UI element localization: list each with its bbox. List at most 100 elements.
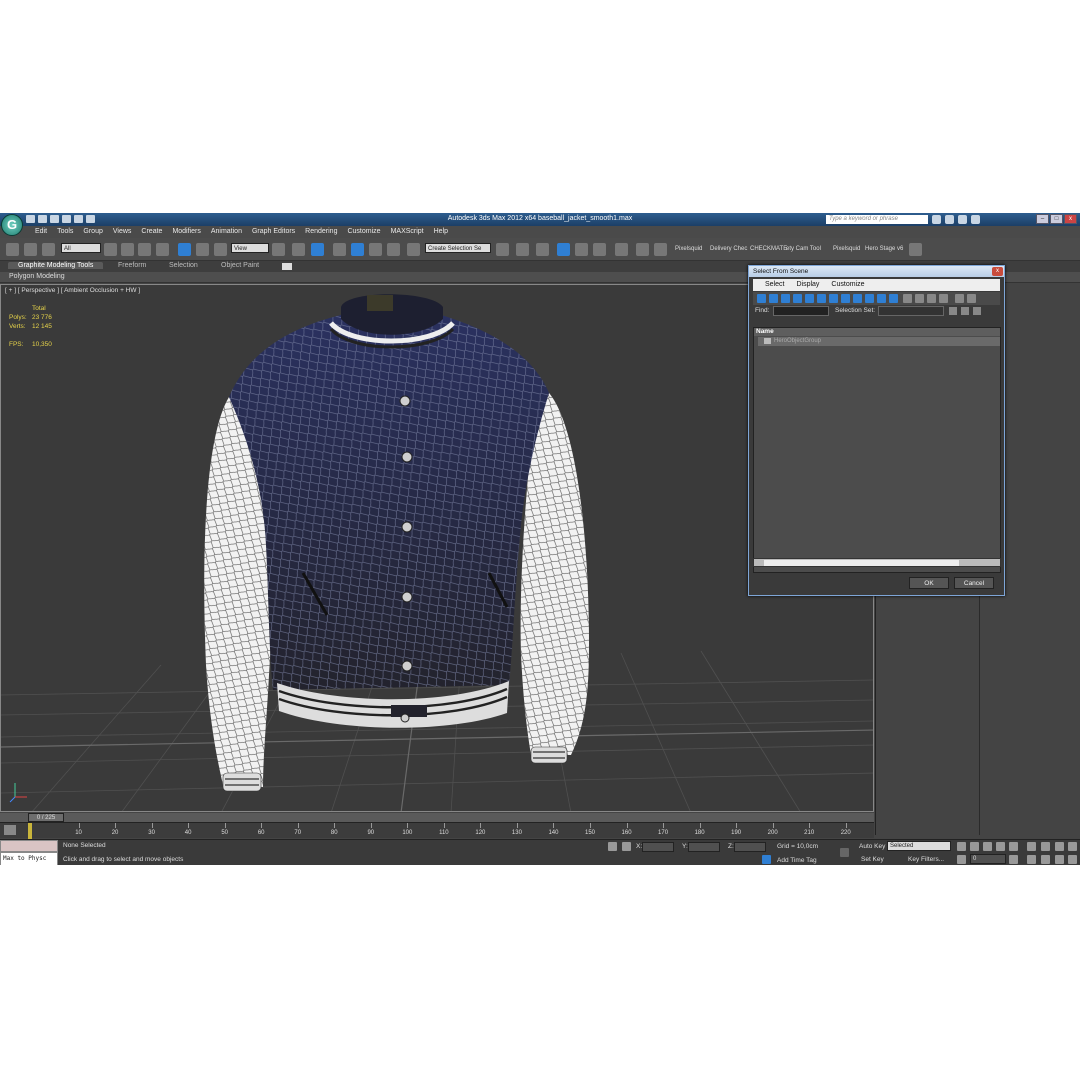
maxscript-mini-listener[interactable]: Max to Physc	[0, 852, 58, 865]
binoculars-icon[interactable]	[932, 215, 941, 224]
display-bones-icon[interactable]	[853, 294, 862, 303]
track-bar[interactable]: 10 20 30 40 50 60 70 80 90 100 110 120 130 140 150 160 1…	[0, 822, 874, 839]
display-geometry-icon[interactable]	[757, 294, 766, 303]
dialog-menu-select[interactable]: Select	[759, 279, 790, 291]
bind-spacewarp-icon[interactable]	[42, 243, 55, 256]
mirror-icon[interactable]	[496, 243, 509, 256]
scene-object-list[interactable]: Name HeroObjectGroup	[753, 327, 1001, 573]
y-coordinate-field[interactable]	[688, 842, 720, 852]
snaps-toggle-icon[interactable]	[333, 243, 346, 256]
menu-edit[interactable]: Edit	[30, 226, 52, 238]
perspective-viewport[interactable]: [ + ] [ Perspective ] [ Ambient Occlusio…	[0, 284, 874, 812]
spinner-snap-icon[interactable]	[387, 243, 400, 256]
polygon-modeling-label[interactable]: Polygon Modeling	[9, 273, 65, 280]
help-icon[interactable]	[971, 215, 980, 224]
unlink-icon[interactable]	[24, 243, 37, 256]
edit-named-selection-icon[interactable]	[407, 243, 420, 256]
align-icon[interactable]	[516, 243, 529, 256]
configure-columns-icon[interactable]	[973, 307, 981, 315]
select-and-move-icon[interactable]	[178, 243, 191, 256]
plugin-pixelsquid-1[interactable]: Pixelsquid	[675, 246, 702, 252]
minimize-button[interactable]: –	[1036, 214, 1049, 224]
zoom-extents-icon[interactable]	[1055, 842, 1064, 851]
tab-graphite-modeling-tools[interactable]: Graphite Modeling Tools	[8, 262, 104, 269]
dialog-menu-display[interactable]: Display	[790, 279, 825, 291]
key-mode-toggle-icon[interactable]	[957, 855, 966, 864]
list-item[interactable]: HeroObjectGroup	[758, 337, 1000, 346]
key-mode-select[interactable]: Selected	[887, 841, 951, 851]
angle-snap-icon[interactable]	[351, 243, 364, 256]
display-frozen-icon[interactable]	[877, 294, 886, 303]
dialog-menu-customize[interactable]: Customize	[825, 279, 870, 291]
keyboard-shortcut-override-icon[interactable]	[311, 243, 324, 256]
menu-tools[interactable]: Tools	[52, 226, 78, 238]
current-frame-field[interactable]: 0	[970, 854, 1006, 864]
menu-customize[interactable]: Customize	[342, 226, 385, 238]
maximize-button[interactable]: □	[1050, 214, 1063, 224]
sync-selection-icon[interactable]	[939, 294, 948, 303]
z-coordinate-field[interactable]	[734, 842, 766, 852]
time-tag-icon[interactable]	[762, 855, 771, 864]
save-selection-set-icon[interactable]	[949, 307, 957, 315]
keyword-search-input[interactable]: Type a keyword or phrase	[826, 215, 928, 224]
dialog-close-button[interactable]: x	[992, 267, 1003, 276]
x-coordinate-field[interactable]	[642, 842, 674, 852]
selection-filter-select[interactable]: All	[61, 243, 101, 253]
time-configuration-icon[interactable]	[1009, 855, 1018, 864]
select-and-scale-icon[interactable]	[214, 243, 227, 256]
tab-selection[interactable]: Selection	[169, 262, 198, 269]
graphite-toggle-icon[interactable]	[557, 243, 570, 256]
display-shapes-icon[interactable]	[769, 294, 778, 303]
add-time-tag[interactable]: Add Time Tag	[777, 857, 817, 864]
select-and-manipulate-icon[interactable]	[292, 243, 305, 256]
display-hidden-icon[interactable]	[889, 294, 898, 303]
tab-freeform[interactable]: Freeform	[118, 262, 146, 269]
previous-frame-icon[interactable]	[970, 842, 979, 851]
display-containers-icon[interactable]	[865, 294, 874, 303]
go-to-end-icon[interactable]	[1009, 842, 1018, 851]
maximize-viewport-icon[interactable]	[1068, 855, 1077, 864]
mini-curve-editor-icon[interactable]	[4, 825, 16, 835]
plugin-delivery-check[interactable]: Delivery Chec	[710, 246, 747, 252]
time-slider-thumb[interactable]: 0 / 225	[28, 813, 64, 822]
select-none-icon[interactable]	[915, 294, 924, 303]
next-frame-icon[interactable]	[996, 842, 1005, 851]
select-by-name-icon[interactable]	[121, 243, 134, 256]
display-helpers-icon[interactable]	[805, 294, 814, 303]
key-filters-button[interactable]: Key Filters...	[908, 856, 944, 863]
lock-icon[interactable]	[608, 842, 617, 851]
menu-modifiers[interactable]: Modifiers	[167, 226, 205, 238]
field-of-view-icon[interactable]	[1027, 855, 1036, 864]
ribbon-options-icon[interactable]	[282, 263, 292, 270]
select-and-rotate-icon[interactable]	[196, 243, 209, 256]
plugin-checkmate[interactable]: CHECKMATE	[750, 246, 787, 252]
play-icon[interactable]	[983, 842, 992, 851]
cancel-button[interactable]: Cancel	[954, 577, 994, 589]
select-all-icon[interactable]	[903, 294, 912, 303]
app-logo-icon[interactable]: G	[1, 214, 23, 236]
window-crossing-icon[interactable]	[156, 243, 169, 256]
dialog-title-bar[interactable]: Select From Scene x	[749, 266, 1004, 277]
set-key-button[interactable]: Set Key	[861, 856, 884, 863]
favorites-star-icon[interactable]	[958, 215, 967, 224]
menu-graph-editors[interactable]: Graph Editors	[247, 226, 300, 238]
menu-rendering[interactable]: Rendering	[300, 226, 342, 238]
tab-object-paint[interactable]: Object Paint	[221, 262, 259, 269]
filter-icon[interactable]	[955, 294, 964, 303]
selection-set-select[interactable]	[878, 306, 944, 316]
plugin-pixelsquid-2[interactable]: Pixelsquid	[833, 246, 860, 252]
render-frame-icon[interactable]	[654, 243, 667, 256]
material-editor-icon[interactable]	[615, 243, 628, 256]
zoom-icon[interactable]	[1027, 842, 1036, 851]
percent-snap-icon[interactable]	[369, 243, 382, 256]
select-object-icon[interactable]	[104, 243, 117, 256]
menu-views[interactable]: Views	[108, 226, 137, 238]
remove-selection-set-icon[interactable]	[961, 307, 969, 315]
absolute-mode-icon[interactable]	[622, 842, 631, 851]
menu-group[interactable]: Group	[78, 226, 107, 238]
auto-key-button[interactable]: Auto Key	[859, 843, 885, 850]
pan-view-icon[interactable]	[1041, 855, 1050, 864]
menu-help[interactable]: Help	[429, 226, 453, 238]
zoom-extents-all-icon[interactable]	[1068, 842, 1077, 851]
maxscript-listener[interactable]	[0, 840, 58, 852]
